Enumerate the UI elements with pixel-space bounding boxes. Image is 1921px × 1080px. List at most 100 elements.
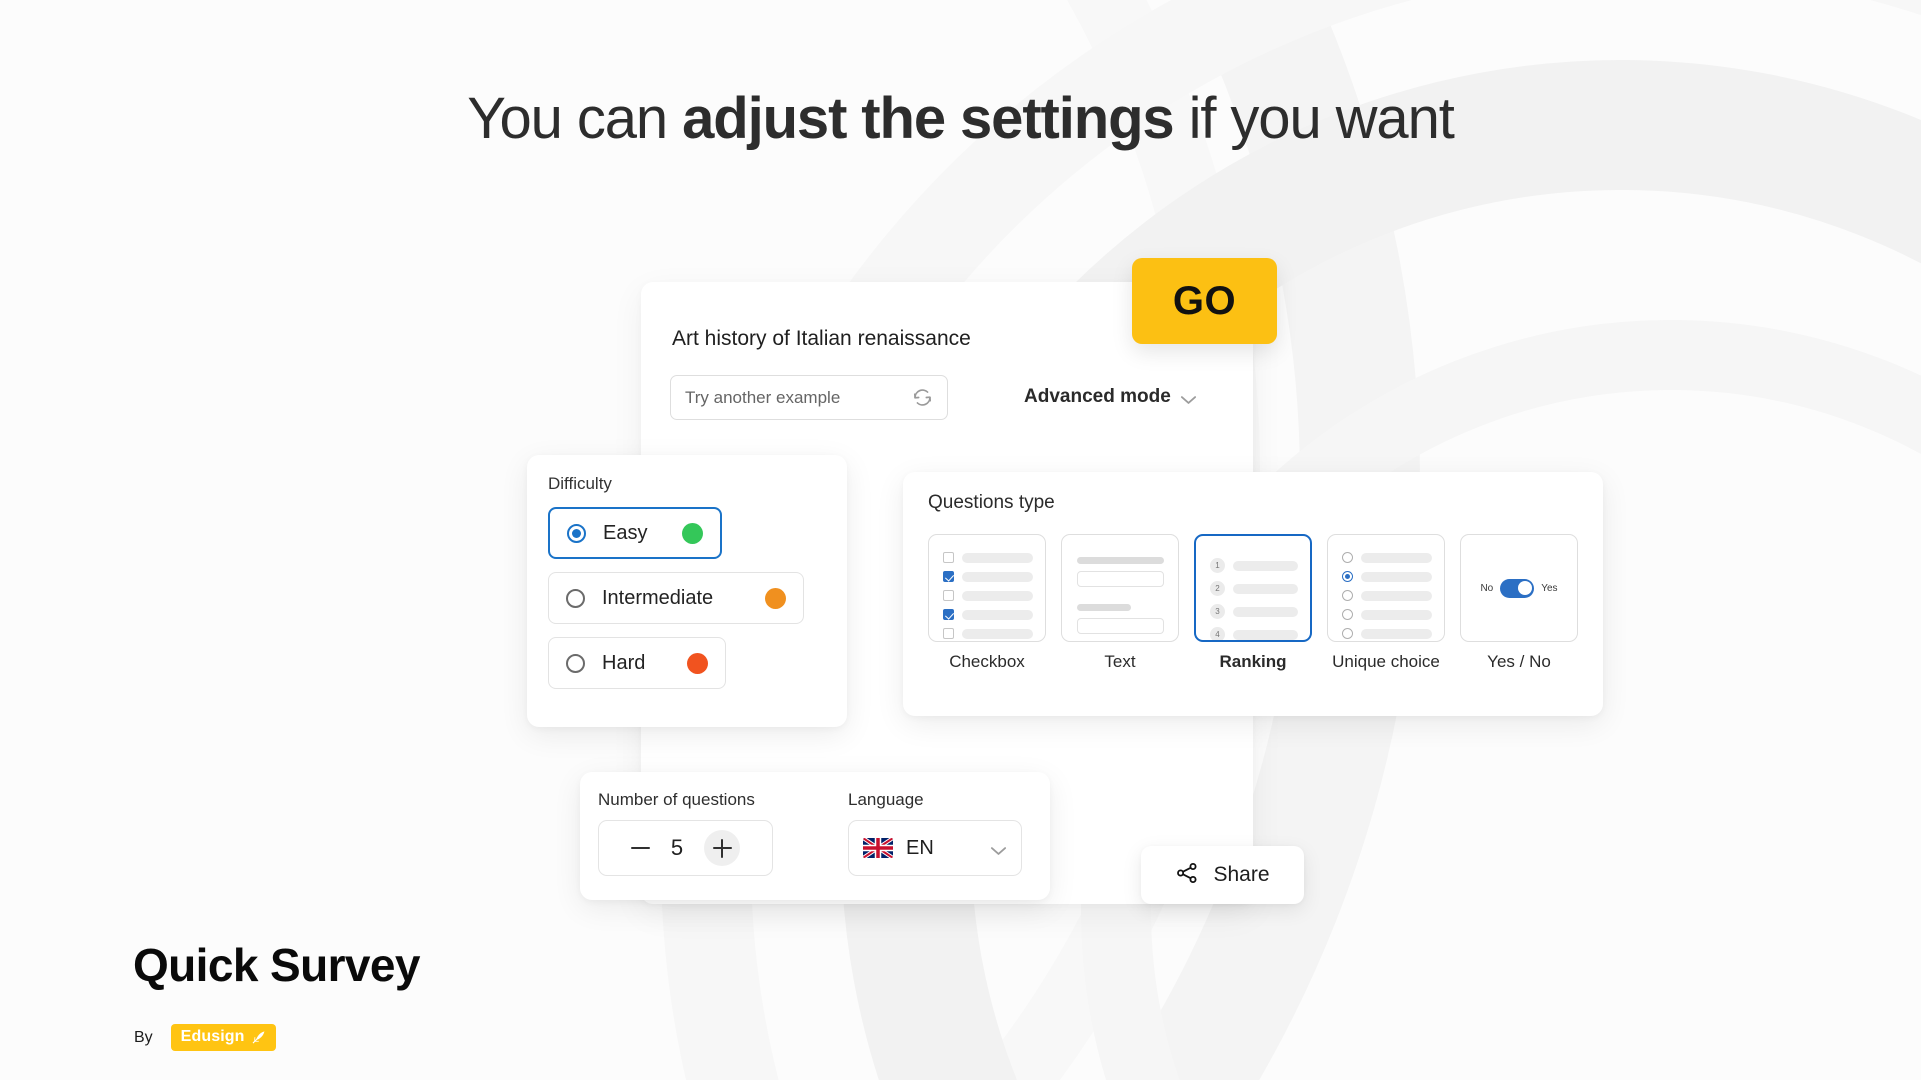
checkbox-icon [943, 628, 954, 639]
feather-icon [251, 1030, 266, 1045]
questions-type-tiles: Checkbox Text 1 2 3 4 Ranking Unique cho… [928, 534, 1578, 672]
language-label: Language [848, 790, 924, 809]
page-title: You can adjust the settings if you want [0, 86, 1921, 153]
go-button[interactable]: GO [1132, 258, 1277, 344]
number-of-questions-group: Number of questions 5 [598, 790, 773, 876]
edusign-badge: Edusign [170, 1024, 277, 1051]
question-type-label: Unique choice [1332, 652, 1440, 671]
quantity-stepper: 5 [598, 820, 773, 876]
radio-icon [1342, 590, 1353, 601]
difficulty-card: Difficulty Easy Intermediate Hard [527, 455, 847, 727]
uk-flag-icon [863, 838, 893, 858]
questions-type-card: Questions type Checkbox Text 1 2 3 4 Ran… [903, 472, 1603, 716]
product-name: Quick Survey [133, 939, 420, 991]
by-label: By [134, 1028, 153, 1046]
questions-type-label: Questions type [928, 492, 1055, 513]
difficulty-option-easy[interactable]: Easy [548, 507, 722, 559]
checkbox-icon [943, 571, 954, 582]
rank-number: 2 [1210, 581, 1225, 596]
share-label: Share [1213, 863, 1270, 886]
placeholder-bar [1361, 552, 1432, 563]
difficulty-color-dot [682, 522, 703, 544]
share-icon [1175, 861, 1199, 890]
checkbox-preview [928, 534, 1046, 642]
toggle-off-label: No [1480, 582, 1494, 594]
question-type-yes-no[interactable]: No Yes Yes / No [1460, 534, 1578, 672]
chevron-down-icon [1180, 392, 1197, 404]
placeholder-bar [962, 571, 1033, 582]
difficulty-color-dot [687, 652, 708, 674]
toggle-switch-icon [1500, 578, 1535, 598]
question-type-checkbox[interactable]: Checkbox [928, 534, 1046, 672]
survey-topic-title: Art history of Italian renaissance [672, 327, 971, 350]
difficulty-option-label: Easy [603, 521, 648, 544]
headline-part-2: if you want [1173, 86, 1455, 151]
radio-preview [1327, 534, 1445, 642]
question-type-label: Text [1104, 652, 1136, 671]
placeholder-input [1077, 618, 1164, 634]
radio-icon [567, 523, 586, 543]
question-type-label: Checkbox [949, 652, 1025, 671]
advanced-mode-toggle[interactable]: Advanced mode [1024, 386, 1197, 408]
difficulty-option-intermediate[interactable]: Intermediate [548, 572, 804, 624]
placeholder-bar [962, 552, 1033, 563]
advanced-mode-label: Advanced mode [1024, 386, 1171, 407]
placeholder-bar [1233, 583, 1298, 594]
rank-number: 4 [1210, 627, 1225, 640]
difficulty-label: Difficulty [548, 474, 612, 493]
placeholder-bar [1361, 590, 1432, 601]
difficulty-option-label: Hard [602, 651, 646, 674]
toggle-preview: No Yes [1460, 534, 1578, 642]
question-type-label: Ranking [1219, 652, 1287, 671]
headline-part-1: You can [467, 86, 683, 151]
checkbox-icon [943, 590, 954, 601]
question-type-label: Yes / No [1487, 652, 1551, 671]
difficulty-options: Easy Intermediate Hard [548, 507, 826, 702]
rank-number: 3 [1210, 604, 1225, 619]
try-another-example-input[interactable]: Try another example [670, 375, 948, 420]
difficulty-option-label: Intermediate [602, 586, 714, 609]
placeholder-input [1077, 571, 1164, 587]
toggle-on-label: Yes [1541, 582, 1558, 594]
language-group: Language EN [848, 790, 1022, 876]
question-type-text[interactable]: Text [1061, 534, 1179, 672]
difficulty-color-dot [765, 587, 786, 609]
radio-icon [1342, 609, 1353, 620]
placeholder-bar [1077, 557, 1164, 564]
placeholder-bar [962, 590, 1033, 601]
question-type-ranking[interactable]: 1 2 3 4 Ranking [1194, 534, 1312, 672]
placeholder-bar [1361, 609, 1432, 620]
edusign-label: Edusign [180, 1028, 245, 1045]
radio-icon [1342, 552, 1353, 563]
question-count-value: 5 [670, 835, 684, 860]
rank-number: 1 [1210, 558, 1225, 573]
radio-icon [1342, 571, 1353, 582]
placeholder-bar [1233, 606, 1298, 617]
radio-icon [1342, 628, 1353, 639]
placeholder-bar [1077, 604, 1131, 611]
share-button[interactable]: Share [1141, 846, 1304, 904]
try-another-example-label: Try another example [685, 387, 841, 407]
question-type-unique-choice[interactable]: Unique choice [1327, 534, 1445, 672]
language-select[interactable]: EN [848, 820, 1022, 876]
placeholder-bar [1233, 560, 1298, 571]
placeholder-bar [1233, 629, 1298, 640]
placeholder-bar [1361, 571, 1432, 582]
chevron-down-icon [990, 843, 1007, 855]
ranking-preview: 1 2 3 4 [1194, 534, 1312, 642]
decrement-button[interactable] [631, 846, 650, 850]
difficulty-option-hard[interactable]: Hard [548, 637, 726, 689]
placeholder-bar [1361, 628, 1432, 639]
radio-icon [566, 653, 585, 673]
refresh-icon[interactable] [912, 387, 933, 408]
brand-attribution: By Edusign [134, 1024, 277, 1051]
increment-button[interactable] [704, 830, 740, 866]
language-value: EN [906, 836, 934, 859]
number-of-questions-label: Number of questions [598, 790, 755, 809]
placeholder-bar [962, 609, 1033, 620]
app-screen: You can adjust the settings if you want … [0, 0, 1921, 1080]
headline-emphasis: adjust the settings [682, 86, 1175, 151]
checkbox-icon [943, 609, 954, 620]
radio-icon [566, 588, 585, 608]
placeholder-bar [962, 628, 1033, 639]
